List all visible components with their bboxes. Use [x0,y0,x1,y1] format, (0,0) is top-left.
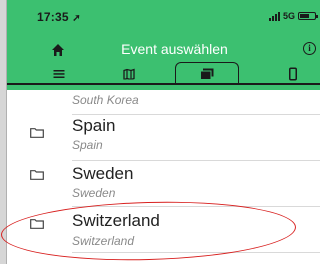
list-item-subtitle: Sweden [72,186,116,200]
folder-icon [30,170,44,180]
nav-row: Event auswählen i [7,36,320,62]
info-icon[interactable]: i [303,42,316,55]
right-edge [320,0,328,264]
tab-bar [7,62,320,86]
tab-list[interactable] [47,64,71,84]
folder-icon [30,128,44,138]
phone-screen: 17:35 ➚ 5G Event auswählen i South Korea… [0,0,328,264]
location-icon: ➚ [72,13,81,24]
tab-map[interactable] [115,64,143,84]
network-label: 5G [283,11,296,21]
list-icon [53,70,65,78]
home-icon[interactable] [51,43,65,57]
list-item-name: Spain [72,116,116,135]
list-item-subtitle: Spain [72,138,103,152]
list-item-subtitle: South Korea [72,93,139,107]
folder-icon [200,68,214,79]
list-item[interactable]: Sweden Sweden [7,161,320,205]
tab-phone[interactable] [283,64,303,84]
tab-folders[interactable] [175,62,239,84]
phone-icon [289,67,297,81]
signal-icon [269,11,280,21]
status-time: 17:35 ➚ [37,10,81,24]
status-indicators: 5G [269,11,319,21]
status-time-text: 17:35 [37,10,69,24]
page-title: Event auswählen [121,41,228,57]
list-item[interactable]: Spain Spain [7,115,320,159]
app-header: 17:35 ➚ 5G Event auswählen i [7,0,320,90]
list-item-partial[interactable]: South Korea [7,90,320,114]
list-item-name: Sweden [72,164,134,183]
battery-icon [298,12,319,20]
map-icon [123,68,135,80]
